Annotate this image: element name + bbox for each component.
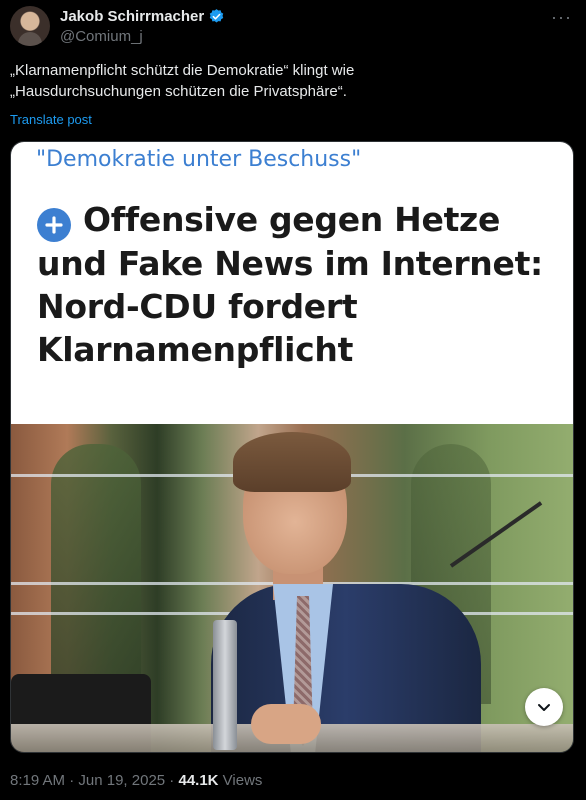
headline-line: Offensive gegen Hetze xyxy=(83,200,501,239)
chevron-down-icon xyxy=(538,704,550,711)
views-label: Views xyxy=(218,772,263,789)
headline-line: Klarnamenpflicht xyxy=(37,330,354,369)
article-photo xyxy=(11,424,573,752)
background-window xyxy=(51,444,141,704)
plus-icon xyxy=(37,208,71,242)
hand-shape xyxy=(251,704,321,744)
tweet-text: „Klarnamenpflicht schützt die Demokratie… xyxy=(10,60,570,102)
tweet-meta: 8:19 AM · Jun 19, 2025 · 44.1K Views xyxy=(10,772,262,789)
tweet-date[interactable]: Jun 19, 2025 xyxy=(78,772,165,789)
expand-button[interactable] xyxy=(525,688,563,726)
author-handle[interactable]: @Comium_j xyxy=(60,28,143,45)
hair-shape xyxy=(233,432,351,492)
meta-separator: · xyxy=(165,772,179,789)
author-display-name[interactable]: Jakob Schirrmacher xyxy=(60,8,204,25)
views-count: 44.1K xyxy=(178,772,219,789)
more-icon[interactable]: ··· xyxy=(551,8,572,26)
meta-separator: · xyxy=(65,772,79,789)
article-kicker: "Demokratie unter Beschuss" xyxy=(36,147,362,172)
tweet-text-line: „Klarnamenpflicht schützt die Demokratie… xyxy=(10,62,355,79)
author-name-row[interactable]: Jakob Schirrmacher xyxy=(60,8,225,25)
tweet-header: Jakob Schirrmacher @Comium_j ··· xyxy=(10,6,576,50)
article-header: "Demokratie unter Beschuss" Offensive ge… xyxy=(11,142,573,424)
tweet-text-line: „Hausdurchsuchungen schützen die Privats… xyxy=(10,83,347,100)
tweet-time[interactable]: 8:19 AM xyxy=(10,772,65,789)
verified-badge-icon xyxy=(210,9,224,23)
media-image[interactable]: "Demokratie unter Beschuss" Offensive ge… xyxy=(10,141,574,753)
microphone-stand xyxy=(213,620,237,750)
article-headline: Offensive gegen Hetze und Fake News im I… xyxy=(37,198,557,371)
avatar[interactable] xyxy=(10,6,50,46)
translate-post-link[interactable]: Translate post xyxy=(10,112,92,127)
headline-line: Nord-CDU fordert xyxy=(37,287,358,326)
headline-line: und Fake News im Internet: xyxy=(37,244,543,283)
